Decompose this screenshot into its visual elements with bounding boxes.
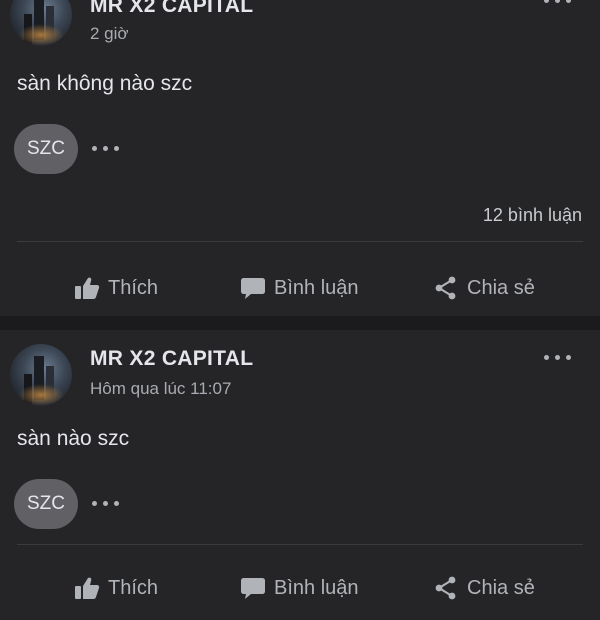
thumbs-up-icon	[75, 577, 100, 599]
divider	[17, 241, 583, 242]
post-text: sàn không nào szc	[17, 72, 193, 95]
stock-tag-chip[interactable]: SZC	[14, 124, 78, 174]
stock-tag-chip[interactable]: SZC	[14, 479, 78, 529]
share-button[interactable]: Chia sẻ	[433, 576, 535, 600]
like-label: Thích	[108, 276, 159, 299]
speech-bubble-icon	[241, 578, 265, 599]
speech-bubble-icon	[241, 278, 265, 299]
post-more-icon[interactable]	[544, 355, 571, 360]
post-more-icon[interactable]	[544, 0, 571, 3]
tag-more-icon[interactable]	[92, 146, 119, 151]
comment-button[interactable]: Bình luận	[240, 276, 359, 300]
post-text: sàn nào szc	[17, 427, 130, 450]
post-timestamp[interactable]: Hôm qua lúc 11:07	[90, 379, 231, 399]
comment-label: Bình luận	[274, 276, 359, 299]
post-card: MR X2 CAPITAL Hôm qua lúc 11:07 sàn nào …	[0, 330, 600, 620]
share-label: Chia sẻ	[467, 576, 535, 599]
author-avatar[interactable]	[10, 0, 72, 46]
divider	[17, 544, 583, 545]
like-label: Thích	[108, 576, 159, 599]
share-button[interactable]: Chia sẻ	[433, 276, 535, 300]
author-avatar[interactable]	[10, 344, 72, 406]
share-icon	[435, 276, 456, 300]
like-button[interactable]: Thích	[74, 576, 158, 600]
like-button[interactable]: Thích	[74, 276, 158, 300]
author-name[interactable]: MR X2 CAPITAL	[90, 0, 253, 18]
comment-count-link[interactable]: 12 bình luận	[483, 205, 582, 226]
thumbs-up-icon	[75, 277, 100, 299]
author-name[interactable]: MR X2 CAPITAL	[90, 347, 253, 371]
comment-button[interactable]: Bình luận	[240, 576, 359, 600]
share-icon	[435, 576, 456, 600]
share-label: Chia sẻ	[467, 276, 535, 299]
post-timestamp[interactable]: 2 giờ	[90, 24, 129, 44]
tag-more-icon[interactable]	[92, 501, 119, 506]
comment-label: Bình luận	[274, 576, 359, 599]
post-card: MR X2 CAPITAL 2 giờ sàn không nào szc SZ…	[0, 0, 600, 316]
